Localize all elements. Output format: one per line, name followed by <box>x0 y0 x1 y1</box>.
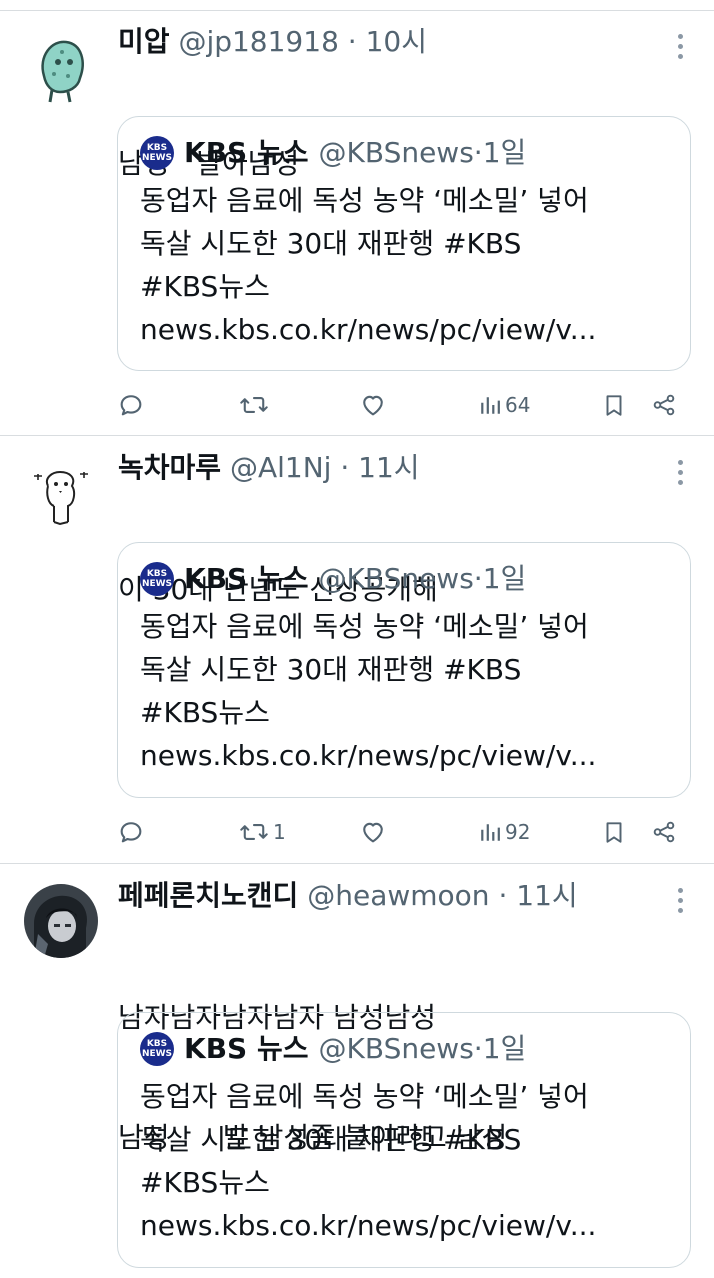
more-options-icon[interactable] <box>676 34 684 59</box>
more-options-icon[interactable] <box>676 460 684 485</box>
quote-header: KBS NEWS KBS 뉴스 @KBSnews · 1일 <box>140 135 526 171</box>
quote-text: 동업자 음료에 독성 농약 ‘메소밀’ 넣어 독살 시도한 30대 재판행 #K… <box>140 1075 596 1247</box>
dark-portrait-avatar-icon <box>24 884 98 958</box>
quote-text: 동업자 음료에 독성 농약 ‘메소밀’ 넣어 독살 시도한 30대 재판행 #K… <box>140 179 596 351</box>
quote-display-name: KBS 뉴스 <box>184 136 309 169</box>
more-options-icon[interactable] <box>676 888 684 913</box>
views-icon <box>481 824 500 841</box>
bookmark-icon <box>606 822 622 843</box>
reply-button[interactable] <box>117 385 145 425</box>
quote-link[interactable]: news.kbs.co.kr/news/pc/view/v... <box>140 1204 596 1247</box>
handle[interactable]: @Al1Nj <box>230 451 331 484</box>
action-bar: 1 92 <box>117 812 691 852</box>
retweet-button[interactable]: 1 <box>239 812 286 852</box>
share-icon <box>653 821 675 843</box>
tweet-header: 녹차마루 @Al1Nj · 11시 <box>118 450 420 486</box>
quote-header: KBS NEWS KBS 뉴스 @KBSnews · 1일 <box>140 561 526 597</box>
quote-line: 동업자 음료에 독성 농약 ‘메소밀’ 넣어 <box>140 184 589 217</box>
quote-header: KBS NEWS KBS 뉴스 @KBSnews · 1일 <box>140 1031 526 1067</box>
handle[interactable]: @jp181918 <box>178 25 338 58</box>
reply-button[interactable] <box>117 812 145 852</box>
quote-line: 동업자 음료에 독성 농약 ‘메소밀’ 넣어 <box>140 1080 589 1113</box>
meta-separator: · <box>331 451 359 484</box>
quote-line: 독살 시도한 30대 재판행 #KBS <box>140 1123 522 1156</box>
quote-line: #KBS뉴스 <box>140 1166 270 1199</box>
retweet-icon <box>240 397 268 413</box>
like-button[interactable] <box>359 385 387 425</box>
quote-timestamp: 1일 <box>482 136 527 169</box>
quote-timestamp: 1일 <box>482 562 527 595</box>
kbs-logo-icon: KBS NEWS <box>140 136 174 170</box>
tweet-1[interactable]: 미압 @jp181918 · 10시 남성 발아남성 KBS NEWS KBS 뉴… <box>0 0 714 436</box>
avatar[interactable] <box>24 884 98 958</box>
quote-handle: @KBSnews <box>318 1032 474 1065</box>
share-button[interactable] <box>651 812 677 852</box>
quote-display-name: KBS 뉴스 <box>184 562 309 595</box>
meta-separator: · <box>338 25 366 58</box>
share-icon <box>653 394 675 416</box>
like-icon <box>363 822 383 843</box>
tweet-header: 페페론치노캔디 @heawmoon · 11시 <box>118 878 578 914</box>
quote-line: 동업자 음료에 독성 농약 ‘메소밀’ 넣어 <box>140 610 589 643</box>
quote-line: #KBS뉴스 <box>140 696 270 729</box>
quote-handle: @KBSnews <box>318 136 474 169</box>
like-button[interactable] <box>359 812 387 852</box>
teal-character-avatar-icon <box>24 32 98 106</box>
quote-line: #KBS뉴스 <box>140 270 270 303</box>
quoted-tweet[interactable]: KBS NEWS KBS 뉴스 @KBSnews · 1일 동업자 음료에 독성 … <box>117 1012 691 1268</box>
quoted-tweet[interactable]: KBS NEWS KBS 뉴스 @KBSnews · 1일 동업자 음료에 독성 … <box>117 542 691 798</box>
bookmark-button[interactable] <box>601 385 627 425</box>
quoted-tweet[interactable]: KBS NEWS KBS 뉴스 @KBSnews · 1일 동업자 음료에 독성 … <box>117 116 691 371</box>
tweet-header: 미압 @jp181918 · 10시 <box>118 24 427 60</box>
bookmark-icon <box>606 395 622 416</box>
reply-icon <box>120 395 142 416</box>
like-icon <box>363 395 383 416</box>
timestamp[interactable]: 10시 <box>366 25 427 58</box>
kbs-logo-icon: KBS NEWS <box>140 1032 174 1066</box>
views-count: 64 <box>505 393 531 417</box>
share-button[interactable] <box>651 385 677 425</box>
quote-text: 동업자 음료에 독성 농약 ‘메소밀’ 넣어 독살 시도한 30대 재판행 #K… <box>140 605 596 777</box>
retweet-icon <box>240 824 268 840</box>
tweet-2[interactable]: 녹차마루 @Al1Nj · 11시 이 30대 난남도 신상공개해 KBS NEW… <box>0 436 714 864</box>
quote-line: 독살 시도한 30대 재판행 #KBS <box>140 227 522 260</box>
action-bar: 64 <box>117 385 691 425</box>
display-name[interactable]: 미압 <box>118 25 170 58</box>
display-name[interactable]: 페페론치노캔디 <box>118 879 298 912</box>
meta-separator: · <box>473 1032 483 1065</box>
display-name[interactable]: 녹차마루 <box>118 451 221 484</box>
quote-link[interactable]: news.kbs.co.kr/news/pc/view/v... <box>140 734 596 777</box>
tweet-3[interactable]: 페페론치노캔디 @heawmoon · 11시 남자남자남자남자 남성남성 남성… <box>0 864 714 1278</box>
views-count: 92 <box>505 820 531 844</box>
meta-separator: · <box>473 136 483 169</box>
handle[interactable]: @heawmoon <box>307 879 489 912</box>
kbs-logo-icon: KBS NEWS <box>140 562 174 596</box>
meta-separator: · <box>489 879 517 912</box>
timestamp[interactable]: 11시 <box>516 879 577 912</box>
retweet-count: 1 <box>273 820 286 844</box>
timeline-feed: 미압 @jp181918 · 10시 남성 발아남성 KBS NEWS KBS 뉴… <box>0 0 714 1278</box>
quote-timestamp: 1일 <box>482 1032 527 1065</box>
views-icon <box>481 397 500 414</box>
avatar[interactable] <box>24 32 98 106</box>
views-button[interactable]: 92 <box>479 812 530 852</box>
quote-line: 독살 시도한 30대 재판행 #KBS <box>140 653 522 686</box>
sketch-dog-avatar-icon <box>24 458 98 532</box>
views-button[interactable]: 64 <box>479 385 530 425</box>
avatar[interactable] <box>24 458 98 532</box>
quote-display-name: KBS 뉴스 <box>184 1032 309 1065</box>
timestamp[interactable]: 11시 <box>358 451 419 484</box>
quote-link[interactable]: news.kbs.co.kr/news/pc/view/v... <box>140 308 596 351</box>
meta-separator: · <box>473 562 483 595</box>
quote-handle: @KBSnews <box>318 562 474 595</box>
retweet-button[interactable] <box>239 385 273 425</box>
bookmark-button[interactable] <box>601 812 627 852</box>
reply-icon <box>120 822 142 843</box>
